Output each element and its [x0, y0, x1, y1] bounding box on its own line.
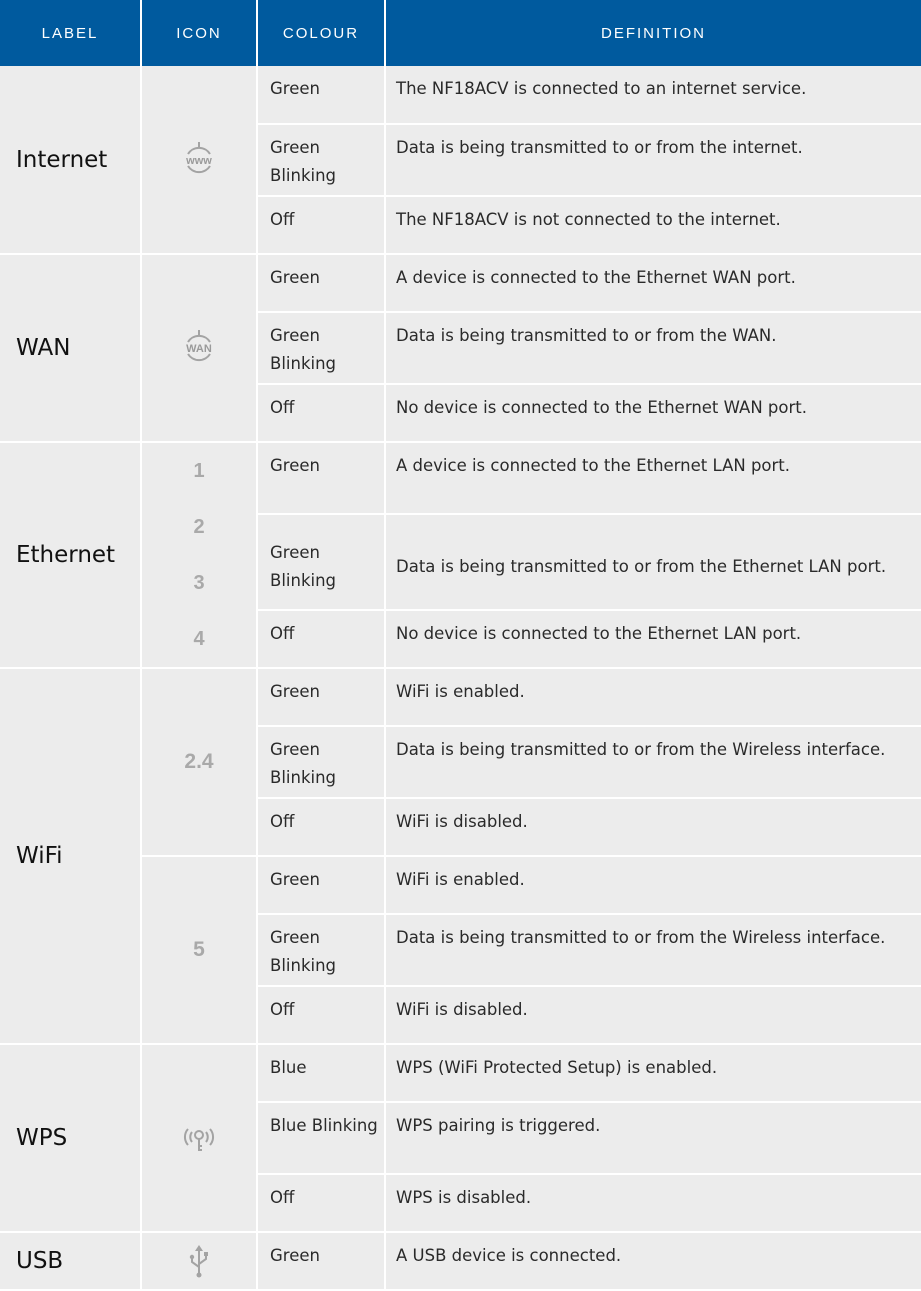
colour-cell: Off	[257, 196, 386, 255]
definition-cell: Data is being transmitted to or from the…	[385, 312, 921, 385]
row-label-wan: WAN	[0, 254, 142, 443]
colour-cell: Off	[257, 986, 386, 1045]
wifi-5-icon: 5	[193, 938, 205, 961]
definition-cell: No device is connected to the Ethernet W…	[385, 384, 921, 443]
row-label-internet: Internet	[0, 66, 142, 255]
colour-cell: Green	[257, 442, 386, 515]
table-row: Ethernet 1 2 3 4 Green A device is conne…	[0, 442, 921, 669]
icon-column-header: ICON	[141, 0, 258, 66]
colour-cell: Off	[257, 384, 386, 443]
table-row: WAN WAN Green A device is connected to t…	[0, 254, 921, 443]
label-column-header: LABEL	[0, 0, 142, 66]
table-header-row: LABEL ICON COLOUR DEFINITION	[0, 0, 921, 66]
definition-cell: A device is connected to the Ethernet WA…	[385, 254, 921, 313]
colour-cell: Blue	[257, 1044, 386, 1103]
colour-cell: Green Blinking	[257, 514, 386, 611]
definition-cell: WPS pairing is triggered.	[385, 1102, 921, 1175]
wan-icon-cell: WAN	[141, 254, 258, 443]
ethernet-port-numbers: 1 2 3 4	[142, 443, 256, 667]
wps-icon-cell	[141, 1044, 258, 1233]
colour-cell: Green Blinking	[257, 914, 386, 987]
row-label-wifi: WiFi	[0, 668, 142, 1045]
definition-cell: WiFi is disabled.	[385, 798, 921, 857]
definition-cell: Data is being transmitted to or from the…	[385, 124, 921, 197]
www-globe-icon: www	[185, 141, 212, 173]
table-row: USB Green A USB device is connected.	[0, 1232, 921, 1291]
internet-icon-cell: www	[141, 66, 258, 255]
colour-cell: Blue Blinking	[257, 1102, 386, 1175]
row-label-wps: WPS	[0, 1044, 142, 1233]
table-row: Internet www Green The NF18ACV is connec…	[0, 66, 921, 255]
definition-cell: Data is being transmitted to or from the…	[385, 914, 921, 987]
port-4-icon: 4	[193, 628, 205, 650]
colour-cell: Off	[257, 798, 386, 857]
definition-cell: WiFi is disabled.	[385, 986, 921, 1045]
definition-cell: Data is being transmitted to or from the…	[385, 726, 921, 799]
port-2-icon: 2	[193, 516, 205, 538]
wan-globe-icon: WAN	[186, 330, 212, 361]
wps-key-icon	[184, 1128, 214, 1151]
definition-cell: WPS is disabled.	[385, 1174, 921, 1233]
colour-cell: Green Blinking	[257, 124, 386, 197]
definition-cell: WiFi is enabled.	[385, 668, 921, 727]
usb-icon-cell	[141, 1232, 258, 1291]
port-3-icon: 3	[193, 572, 205, 594]
colour-cell: Off	[257, 610, 386, 669]
colour-cell: Green Blinking	[257, 726, 386, 799]
colour-cell: Green	[257, 254, 386, 313]
port-1-icon: 1	[193, 460, 205, 482]
svg-text:www: www	[185, 155, 212, 167]
definition-column-header: DEFINITION	[385, 0, 921, 66]
definition-cell: The NF18ACV is connected to an internet …	[385, 66, 921, 125]
wifi-band-5-icon-cell: 5	[141, 856, 258, 1045]
definition-cell: WPS (WiFi Protected Setup) is enabled.	[385, 1044, 921, 1103]
definition-cell: The NF18ACV is not connected to the inte…	[385, 196, 921, 255]
colour-cell: Green	[257, 1232, 386, 1291]
colour-cell: Green	[257, 668, 386, 727]
wifi-band-24-icon-cell: 2.4	[141, 668, 258, 857]
led-indicator-table: LABEL ICON COLOUR DEFINITION Internet ww…	[0, 0, 921, 1291]
row-label-usb: USB	[0, 1232, 142, 1291]
row-label-ethernet: Ethernet	[0, 442, 142, 669]
ethernet-icon-cell: 1 2 3 4	[141, 442, 258, 669]
colour-cell: Off	[257, 1174, 386, 1233]
definition-cell: WiFi is enabled.	[385, 856, 921, 915]
definition-cell: Data is being transmitted to or from the…	[385, 514, 921, 611]
wifi-24-icon: 2.4	[184, 750, 214, 773]
colour-cell: Green Blinking	[257, 312, 386, 385]
definition-cell: No device is connected to the Ethernet L…	[385, 610, 921, 669]
svg-text:WAN: WAN	[186, 343, 212, 355]
colour-cell: Green	[257, 856, 386, 915]
definition-cell: A USB device is connected.	[385, 1232, 921, 1291]
colour-cell: Green	[257, 66, 386, 125]
colour-column-header: COLOUR	[257, 0, 386, 66]
table-row: WPS Blue WPS (WiFi Protected Setup) is e…	[0, 1044, 921, 1233]
definition-cell: A device is connected to the Ethernet LA…	[385, 442, 921, 515]
table-row: WiFi 2.4 Green WiFi is enabled.	[0, 668, 921, 1045]
